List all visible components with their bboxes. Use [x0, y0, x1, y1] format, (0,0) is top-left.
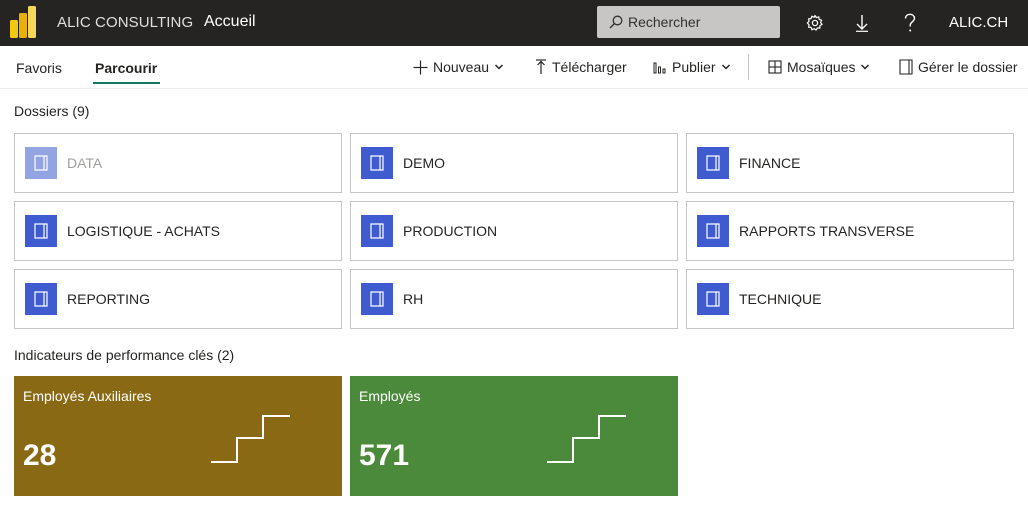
toolbar-divider: [748, 54, 749, 80]
folder-tile-production[interactable]: PRODUCTION: [350, 201, 678, 261]
sub-navigation: Favoris Parcourir Nouveau Télécharger Pu…: [0, 46, 1028, 89]
kpi-value: 28: [23, 439, 57, 472]
kpi-tile-employes[interactable]: Employés 571: [350, 376, 678, 496]
folder-settings-icon: [899, 59, 913, 75]
manage-folder-label: Gérer le dossier: [918, 59, 1018, 75]
tab-parcourir[interactable]: Parcourir: [92, 60, 161, 84]
help-icon[interactable]: [898, 11, 922, 35]
search-input[interactable]: Rechercher: [597, 6, 780, 38]
folder-label: LOGISTIQUE - ACHATS: [67, 223, 220, 239]
folder-tile-technique[interactable]: TECHNIQUE: [686, 269, 1014, 329]
folder-tile-demo[interactable]: DEMO: [350, 133, 678, 193]
tiles-label: Mosaïques: [787, 59, 856, 75]
new-label: Nouveau: [433, 59, 490, 75]
bar-chart-icon: [653, 62, 666, 74]
folder-label: FINANCE: [739, 155, 801, 171]
folder-label: TECHNIQUE: [739, 291, 822, 307]
folder-tile-rh[interactable]: RH: [350, 269, 678, 329]
folder-tile-data[interactable]: DATA: [14, 133, 342, 193]
folder-icon: [697, 215, 729, 247]
tab-favoris[interactable]: Favoris: [16, 60, 62, 76]
kpi-title: Employés: [359, 388, 421, 404]
grid-icon: [768, 60, 782, 74]
download-icon[interactable]: [850, 11, 874, 35]
folder-icon: [25, 215, 57, 247]
plus-icon: [413, 60, 428, 74]
folder-label: DATA: [67, 155, 103, 171]
manage-folder-button[interactable]: Gérer le dossier: [899, 59, 1018, 75]
folder-icon: [361, 283, 393, 315]
org-name[interactable]: ALIC CONSULTING: [57, 14, 193, 31]
folder-label: REPORTING: [67, 291, 150, 307]
kpi-title: Employés Auxiliaires: [23, 388, 152, 404]
folder-tile-finance[interactable]: FINANCE: [686, 133, 1014, 193]
app-logo-icon[interactable]: [10, 6, 36, 38]
search-placeholder: Rechercher: [628, 14, 701, 30]
folder-icon: [697, 283, 729, 315]
tiles-view-button[interactable]: Mosaïques: [768, 59, 870, 75]
kpi-value: 571: [359, 439, 410, 472]
kpi-tile-employes-auxiliaires[interactable]: Employés Auxiliaires 28: [14, 376, 342, 496]
folders-section-title: Dossiers (9): [14, 103, 90, 119]
upload-button[interactable]: Télécharger: [535, 59, 627, 75]
kpi-step-chart-icon: [547, 415, 626, 463]
folder-label: PRODUCTION: [403, 223, 498, 239]
folder-tile-reporting[interactable]: REPORTING: [14, 269, 342, 329]
folder-icon: [697, 147, 729, 179]
chevron-down-icon: [861, 64, 870, 70]
folder-icon: [361, 215, 393, 247]
folder-icon: [25, 147, 57, 179]
folder-tile-logistique-achats[interactable]: LOGISTIQUE - ACHATS: [14, 201, 342, 261]
new-button[interactable]: Nouveau: [413, 59, 504, 75]
upload-icon: [536, 59, 546, 74]
folder-label: RH: [403, 291, 424, 307]
folder-label: RAPPORTS TRANSVERSE: [739, 223, 915, 239]
tenant-name[interactable]: ALIC.CH: [949, 14, 1008, 31]
folder-tile-rapports-transverse[interactable]: RAPPORTS TRANSVERSE: [686, 201, 1014, 261]
folder-icon: [361, 147, 393, 179]
top-bar: ALIC CONSULTING Accueil Rechercher ALIC.…: [0, 0, 1028, 46]
folder-icon: [25, 283, 57, 315]
publish-label: Publier: [672, 59, 716, 75]
page-title: Accueil: [204, 13, 256, 30]
kpi-step-chart-icon: [211, 415, 290, 463]
settings-icon[interactable]: [803, 11, 827, 35]
publish-button[interactable]: Publier: [653, 59, 731, 75]
upload-label: Télécharger: [552, 59, 627, 75]
chevron-down-icon: [721, 64, 730, 70]
chevron-down-icon: [495, 64, 504, 70]
kpi-section-title: Indicateurs de performance clés (2): [14, 347, 235, 363]
folder-label: DEMO: [403, 155, 445, 171]
search-icon: [609, 15, 623, 29]
